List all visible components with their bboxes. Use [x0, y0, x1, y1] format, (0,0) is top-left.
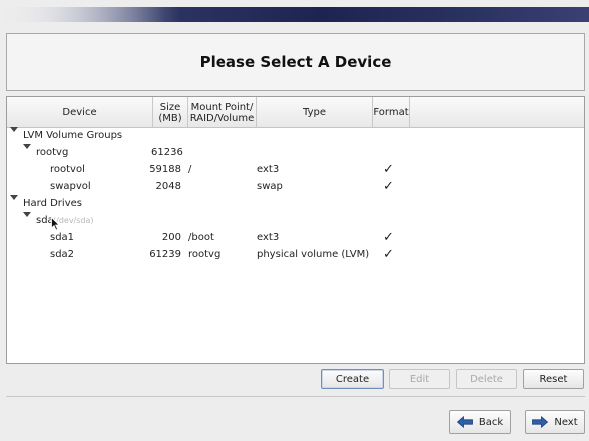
- banner-stripe: [0, 7, 589, 22]
- table-header: Device Size (MB) Mount Point/ RAID/Volum…: [7, 97, 584, 128]
- size-value: 61236: [151, 147, 183, 158]
- mount-value: rootvg: [188, 249, 221, 260]
- back-label: Back: [478, 416, 504, 428]
- format-check-icon: ✓: [383, 162, 394, 177]
- format-check-icon: ✓: [383, 179, 394, 194]
- next-arrow-icon: [532, 416, 549, 428]
- reset-button[interactable]: Reset: [523, 369, 584, 389]
- top-banner: [0, 0, 589, 28]
- page-title: Please Select A Device: [199, 53, 392, 71]
- divider: [6, 396, 585, 397]
- column-header-type[interactable]: Type: [257, 97, 373, 128]
- type-value: ext3: [257, 232, 280, 243]
- type-value: ext3: [257, 164, 280, 175]
- size-value: 59188: [149, 164, 181, 175]
- table-row[interactable]: sda1 200 /boot ext3 ✓: [7, 229, 584, 246]
- column-header-format[interactable]: Format: [373, 97, 410, 128]
- expander-icon[interactable]: [10, 195, 18, 200]
- delete-button[interactable]: Delete: [456, 369, 517, 389]
- device-name: Hard Drives: [23, 198, 82, 209]
- expander-icon[interactable]: [23, 212, 31, 217]
- table-row[interactable]: LVM Volume Groups: [7, 127, 584, 144]
- back-arrow-icon: [456, 416, 473, 428]
- mount-value: /: [188, 164, 192, 175]
- back-button[interactable]: Back: [449, 410, 511, 434]
- column-header-device[interactable]: Device: [7, 97, 153, 128]
- device-name: LVM Volume Groups: [23, 130, 123, 141]
- next-label: Next: [554, 416, 578, 428]
- device-name: sda1: [50, 232, 75, 243]
- device-table[interactable]: Device Size (MB) Mount Point/ RAID/Volum…: [6, 96, 585, 364]
- device-name: rootvg: [36, 147, 69, 158]
- table-row[interactable]: rootvol 59188 / ext3 ✓: [7, 161, 584, 178]
- create-button[interactable]: Create: [321, 369, 384, 389]
- table-row[interactable]: sda2 61239 rootvg physical volume (LVM) …: [7, 246, 584, 263]
- column-header-mount[interactable]: Mount Point/ RAID/Volume: [188, 97, 257, 128]
- edit-button[interactable]: Edit: [389, 369, 450, 389]
- next-button[interactable]: Next: [525, 410, 585, 434]
- table-row[interactable]: sda (/dev/sda): [7, 212, 584, 231]
- table-row[interactable]: rootvg 61236: [7, 144, 584, 161]
- format-check-icon: ✓: [383, 247, 394, 262]
- table-row[interactable]: swapvol 2048 swap ✓: [7, 178, 584, 195]
- expander-icon[interactable]: [23, 144, 31, 149]
- title-panel: Please Select A Device: [6, 33, 585, 91]
- table-row[interactable]: Hard Drives: [7, 195, 584, 212]
- type-value: physical volume (LVM): [257, 249, 370, 260]
- mount-value: /boot: [188, 232, 214, 243]
- device-name: swapvol: [50, 181, 91, 192]
- size-value: 2048: [155, 181, 181, 192]
- size-value: 61239: [149, 249, 181, 260]
- column-header-size[interactable]: Size (MB): [153, 97, 188, 128]
- format-check-icon: ✓: [383, 230, 394, 245]
- expander-icon[interactable]: [10, 127, 18, 132]
- size-value: 200: [161, 232, 181, 243]
- type-value: swap: [257, 181, 283, 192]
- device-name: rootvol: [50, 164, 85, 175]
- device-name: sda2: [50, 249, 75, 260]
